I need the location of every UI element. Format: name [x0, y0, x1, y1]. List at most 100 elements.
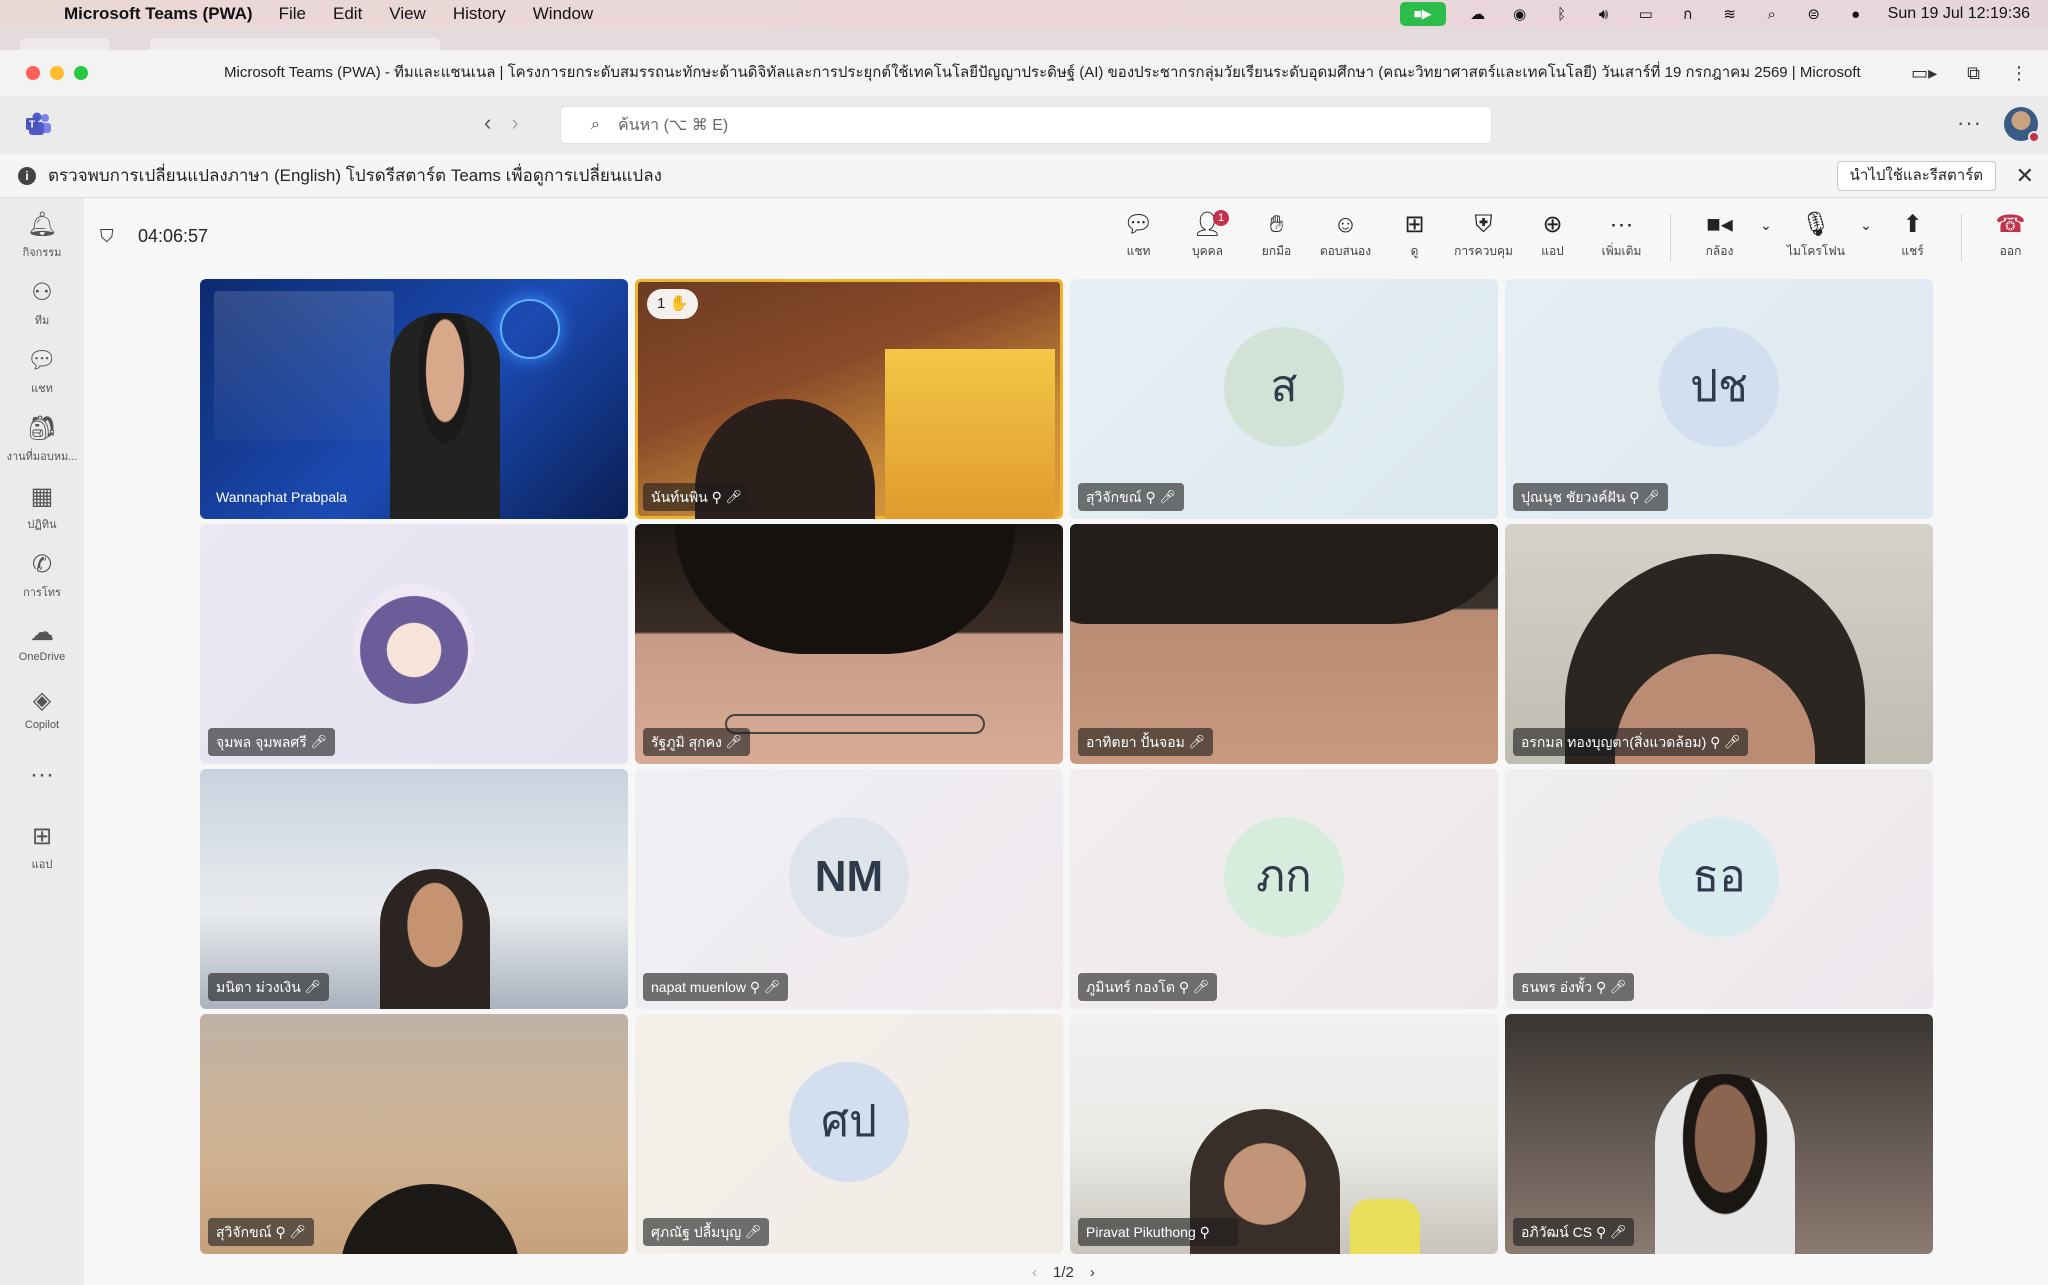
video-feed-object	[1350, 1199, 1420, 1254]
more-button[interactable]: ··· เพิ่มเติม	[1587, 208, 1656, 262]
emoji-icon: ☺	[1333, 211, 1358, 238]
mic-off-icon: 🎤︎	[1609, 979, 1627, 994]
participant-tile[interactable]: รัฐภูมิ สุกคง 🎤︎	[635, 524, 1063, 764]
rail-item-calls[interactable]: ✆ การโทร	[0, 550, 84, 601]
chat-button[interactable]: 💬︎ แชท	[1104, 208, 1173, 262]
share-button[interactable]: ⬆ แชร์	[1878, 208, 1947, 262]
line-icon[interactable]: ◉	[1510, 5, 1530, 23]
mic-off-icon: 🎤︎	[725, 489, 742, 504]
forward-chevron-icon[interactable]: ›	[511, 110, 518, 136]
participant-tile[interactable]: จุมพล จุมพลศรี 🎤︎	[200, 524, 628, 764]
menu-app-name[interactable]: Microsoft Teams (PWA)	[64, 4, 253, 24]
participant-tile[interactable]: อาทิตยา ปั้นจอม 🎤︎	[1070, 524, 1498, 764]
participant-tile[interactable]: สุวิจักขณ์ ⚲ 🎤︎	[200, 1014, 628, 1254]
video-icon[interactable]: ▭▸	[1911, 63, 1937, 84]
apply-restart-button[interactable]: นำไปใช้และรีสตาร์ต	[1836, 161, 1996, 191]
menu-file[interactable]: File	[279, 4, 306, 24]
rail-item-more[interactable]: ···	[0, 760, 84, 793]
shield-icon[interactable]: ⛉	[100, 226, 114, 247]
shield-gear-icon: ⛨	[1474, 211, 1493, 238]
wifi-icon[interactable]: ≋	[1720, 5, 1740, 23]
video-feed	[390, 313, 500, 519]
control-center-icon[interactable]: ⊜	[1804, 5, 1824, 23]
participant-tile[interactable]: Wannaphat Prabpala	[200, 279, 628, 519]
participant-tile[interactable]: มนิตา ม่วงเงิน 🎤︎	[200, 769, 628, 1009]
back-chevron-icon[interactable]: ‹	[484, 110, 491, 136]
volume-icon[interactable]: 🔊︎	[1594, 5, 1614, 23]
react-button[interactable]: ☺ ตอบสนอง	[1311, 208, 1380, 262]
menu-view[interactable]: View	[389, 4, 426, 24]
glasses-graphic	[725, 714, 985, 734]
more-options-icon[interactable]: ···	[1957, 110, 1982, 136]
rail-item-onedrive[interactable]: ☁ OneDrive	[0, 618, 84, 663]
menu-history[interactable]: History	[453, 4, 506, 24]
spotlight-icon[interactable]: ⌕	[1762, 5, 1782, 23]
rail-item-teams[interactable]: ⚇ ทีม	[0, 278, 84, 329]
participant-tile[interactable]: NM napat muenlow ⚲ 🎤︎	[635, 769, 1063, 1009]
rail-item-assignments[interactable]: 🎒︎ งานที่มอบหม...	[0, 414, 84, 465]
rail-item-apps[interactable]: ⊞ แอป	[0, 822, 84, 873]
people-button[interactable]: 👤︎ 1 บุคคล	[1173, 208, 1242, 262]
mic-button[interactable]: 🎙︎ ไมโครโฟน	[1778, 208, 1854, 262]
kebab-menu-icon[interactable]: ⋮	[2010, 63, 2028, 84]
mic-off-icon: 🎤︎	[1192, 979, 1210, 994]
info-icon: i	[18, 166, 36, 185]
ellipsis-icon: ···	[30, 761, 54, 788]
raise-hand-button[interactable]: ✋︎ ยกมือ	[1242, 208, 1311, 262]
participant-tile[interactable]: ธอ ธนพร อ่งพั้ว ⚲ 🎤︎	[1505, 769, 1933, 1009]
participant-tile[interactable]: Piravat Pikuthong ⚲	[1070, 1014, 1498, 1254]
participant-name: ธนพร อ่งพั้ว ⚲ 🎤︎	[1513, 973, 1635, 1001]
participant-tile[interactable]: ภก ภูมินทร์ กองโต ⚲ 🎤︎	[1070, 769, 1498, 1009]
participant-name: อาทิตยา ปั้นจอม 🎤︎	[1078, 728, 1213, 756]
rail-item-calendar[interactable]: ▦ ปฏิทิน	[0, 482, 84, 533]
participant-tile-active-speaker[interactable]: 1 ✋ นันท์นพิน ⚲ 🎤︎	[635, 279, 1063, 519]
meeting-camera-icon[interactable]: ■▶	[1399, 2, 1446, 26]
leave-button[interactable]: ☎ ออก	[1976, 208, 2045, 262]
rail-item-activity[interactable]: 🔔︎ กิจกรรม	[0, 210, 84, 261]
toolbar-divider	[1670, 214, 1671, 262]
apps-button[interactable]: ⊕ แอป	[1518, 208, 1587, 262]
participant-tile[interactable]: อภิวัฒน์ CS ⚲ 🎤︎	[1505, 1014, 1933, 1254]
participant-tile[interactable]: ศป ศุภณัฐ ปลื้มบุญ 🎤︎	[635, 1014, 1063, 1254]
camera-button[interactable]: ■◂ กล้อง	[1685, 208, 1754, 262]
siri-icon[interactable]: ●	[1846, 5, 1866, 23]
clock[interactable]: Sun 19 Jul 12:19:36	[1888, 5, 2030, 23]
chat-icon: 💬︎	[26, 347, 58, 374]
user-avatar[interactable]	[2004, 107, 2040, 143]
input-method-icon[interactable]: ก	[1678, 5, 1698, 23]
add-app-icon: ⊞	[31, 823, 53, 850]
host-controls-button[interactable]: ⛨ การควบคุม	[1449, 208, 1518, 262]
participant-tile[interactable]: อรกมล ทองบุญตา(สิ่งแวดล้อม) ⚲ 🎤︎	[1505, 524, 1933, 764]
language-change-banner: i ตรวจพบการเปลี่ยนแปลงภาษา (English) โปร…	[0, 154, 2048, 198]
camera-options-button[interactable]: ⌄	[1754, 208, 1778, 262]
rail-item-chat[interactable]: 💬︎ แชท	[0, 346, 84, 397]
mic-options-button[interactable]: ⌄	[1854, 208, 1878, 262]
menu-window[interactable]: Window	[533, 4, 593, 24]
mic-off-icon: 🎤︎	[763, 979, 781, 994]
search-input[interactable]: ⌕ ค้นหา (⌥ ⌘ E)	[560, 106, 1492, 144]
battery-icon[interactable]: ▭	[1636, 5, 1656, 23]
minimize-window-button[interactable]	[50, 66, 64, 80]
macos-menu-bar: Microsoft Teams (PWA) File Edit View His…	[0, 0, 2048, 28]
prev-page-chevron-icon[interactable]: ‹	[1032, 1264, 1037, 1281]
extension-icon[interactable]: ⧉	[1967, 63, 1980, 84]
view-button[interactable]: ⊞ ดู	[1380, 208, 1449, 262]
participant-name: Piravat Pikuthong ⚲	[1078, 1218, 1238, 1246]
close-window-button[interactable]	[26, 66, 40, 80]
hang-up-icon: ☎	[1995, 211, 2026, 238]
cloud-icon[interactable]: ☁	[1468, 5, 1488, 23]
menu-edit[interactable]: Edit	[333, 4, 362, 24]
participant-tile[interactable]: ส สุวิจักขณ์ ⚲ 🎤︎	[1070, 279, 1498, 519]
teams-top-bar: T ‹ › ⌕ ค้นหา (⌥ ⌘ E) ···	[0, 96, 2048, 154]
zoom-window-button[interactable]	[74, 66, 88, 80]
teams-logo-icon[interactable]: T	[26, 112, 52, 136]
rail-item-copilot[interactable]: ◈ Copilot	[0, 686, 84, 731]
participant-tile[interactable]: ปช ปุณนุช ชัยวงค์ฝัน ⚲ 🎤︎	[1505, 279, 1933, 519]
close-icon[interactable]: ✕	[2016, 163, 2034, 189]
participant-name: napat muenlow ⚲ 🎤︎	[643, 973, 789, 1001]
bluetooth-icon[interactable]: ᛒ	[1552, 5, 1572, 23]
people-icon: 👤︎	[1192, 211, 1223, 238]
search-placeholder: ค้นหา (⌥ ⌘ E)	[617, 116, 729, 134]
avatar-initials: ส	[1224, 327, 1344, 447]
next-page-chevron-icon[interactable]: ›	[1090, 1264, 1095, 1281]
